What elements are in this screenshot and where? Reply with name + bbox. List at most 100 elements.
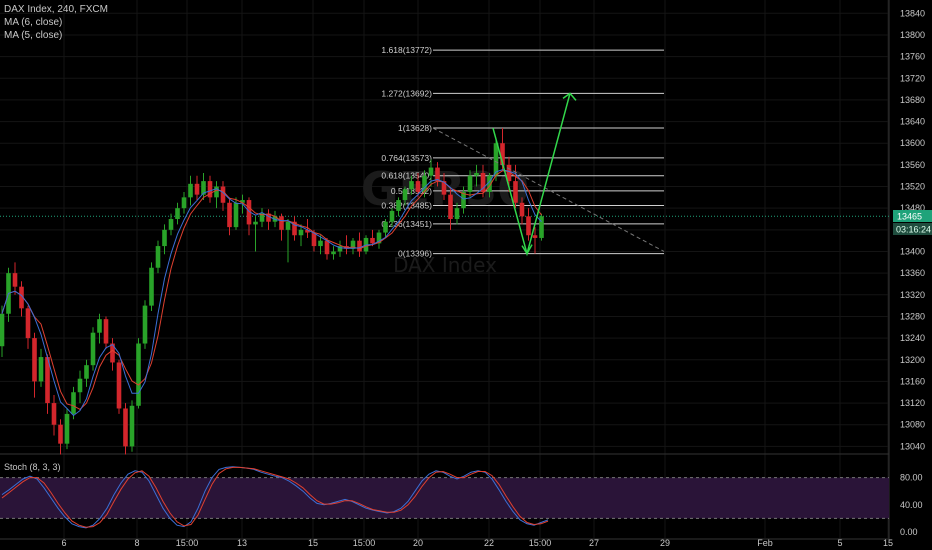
price-tick-label: 13240 — [900, 333, 925, 343]
candle-body — [513, 181, 518, 203]
time-tick-label: 22 — [484, 538, 494, 548]
price-tick-label: 13720 — [900, 73, 925, 83]
price-tick-label: 13400 — [900, 246, 925, 256]
candle-body — [428, 167, 434, 176]
price-tick-label: 13600 — [900, 138, 925, 148]
candle-body — [383, 221, 388, 233]
candle-body — [214, 186, 219, 198]
price-tick-label: 13080 — [900, 420, 925, 430]
stoch-band — [0, 477, 889, 519]
price-tick-label: 13560 — [900, 160, 925, 170]
price-tick-label: 13120 — [900, 398, 925, 408]
candle-body — [64, 413, 70, 444]
chart-canvas[interactable]: GER30 DAX Index 1.618(13772)1.272(13692)… — [0, 0, 932, 550]
candle-body — [51, 403, 57, 425]
candle-body — [253, 221, 258, 225]
candle-body — [526, 216, 531, 236]
time-tick-label: 20 — [413, 538, 423, 548]
price-tick-label: 13520 — [900, 182, 925, 192]
candle-body — [168, 219, 174, 230]
candle-body — [389, 210, 395, 222]
candle-body — [58, 424, 63, 444]
candle-body — [415, 181, 421, 192]
stoch-tick-label: 40.00 — [900, 500, 923, 510]
time-tick-label: 6 — [61, 538, 66, 548]
time-tick-label: Feb — [757, 538, 773, 548]
candle-body — [396, 200, 401, 211]
candle-body — [77, 378, 83, 393]
candle-body — [532, 235, 538, 238]
symbol-legend[interactable]: DAX Index, 240, FXCM — [4, 4, 108, 16]
price-tick-label: 13680 — [900, 95, 925, 105]
candle-body — [454, 208, 460, 220]
candle-body — [285, 221, 291, 230]
candle-body — [116, 362, 122, 409]
time-tick-label: 15:00 — [176, 538, 199, 548]
stoch-tick-label: 0.00 — [900, 527, 918, 537]
candle-body — [97, 319, 102, 333]
candle-body — [103, 319, 109, 344]
candle-body — [448, 194, 453, 220]
price-tick-label: 13040 — [900, 441, 925, 451]
candle-body — [324, 240, 330, 255]
price-tick-label: 13200 — [900, 355, 925, 365]
candle-body — [331, 251, 336, 255]
price-tick-label: 13840 — [900, 8, 925, 18]
candle-body — [493, 143, 499, 176]
candle-body — [162, 229, 167, 247]
stoch-tick-label: 80.00 — [900, 473, 923, 483]
candle-body — [175, 208, 180, 220]
fib-level-label: 0.236(13451) — [381, 219, 432, 229]
candle-body — [233, 202, 239, 228]
candle-body — [409, 181, 414, 190]
ma5-legend[interactable]: MA (5, close) — [4, 30, 62, 42]
candle-body — [32, 338, 37, 382]
candle-body — [90, 332, 96, 366]
candle-body — [149, 267, 154, 306]
candle-body — [129, 405, 135, 447]
ma6-legend[interactable]: MA (6, close) — [4, 17, 62, 29]
price-tick-label: 13800 — [900, 30, 925, 40]
candle-body — [402, 189, 408, 201]
candle-body — [318, 240, 323, 247]
candle-body — [0, 313, 5, 347]
time-tick-label: 13 — [237, 538, 247, 548]
candle-body — [181, 197, 187, 209]
price-tick-label: 13640 — [900, 117, 925, 127]
price-tick-label: 13320 — [900, 290, 925, 300]
time-tick-label: 15:00 — [529, 538, 552, 548]
candle-body — [279, 216, 284, 230]
price-tick-label: 13360 — [900, 268, 925, 278]
fib-level-label: 1.272(13692) — [381, 88, 432, 98]
fib-level-label: 0(13396) — [398, 249, 432, 259]
candle-body — [155, 246, 161, 268]
price-tick-label: 13160 — [900, 376, 925, 386]
fib-level-label: 1.618(13772) — [381, 45, 432, 55]
candle-body — [84, 365, 89, 379]
candle-body — [25, 308, 31, 339]
time-tick-label: 27 — [589, 538, 599, 548]
price-tick-label: 13760 — [900, 52, 925, 62]
candle-body — [123, 408, 128, 447]
stoch-legend[interactable]: Stoch (8, 3, 3) — [4, 461, 61, 473]
candle-body — [194, 183, 200, 195]
current-price-value: 13465 — [897, 212, 922, 222]
candle-body — [136, 343, 141, 406]
time-tick-label: 15 — [308, 538, 318, 548]
time-tick-label: 29 — [660, 538, 670, 548]
candle-body — [298, 229, 304, 236]
candle-body — [71, 392, 76, 414]
price-tick-label: 13280 — [900, 311, 925, 321]
fib-level-label: 1(13628) — [398, 123, 432, 133]
candle-body — [38, 357, 44, 382]
candle-body — [474, 172, 479, 176]
countdown-value: 03:16:24 — [896, 225, 931, 235]
time-tick-label: 15 — [883, 538, 893, 548]
candle-body — [357, 240, 362, 252]
candle-body — [519, 202, 525, 217]
candle-body — [227, 202, 232, 228]
candle-body — [142, 305, 148, 344]
time-tick-label: 8 — [134, 538, 139, 548]
candle-body — [370, 237, 375, 244]
time-tick-label: 15:00 — [353, 538, 376, 548]
